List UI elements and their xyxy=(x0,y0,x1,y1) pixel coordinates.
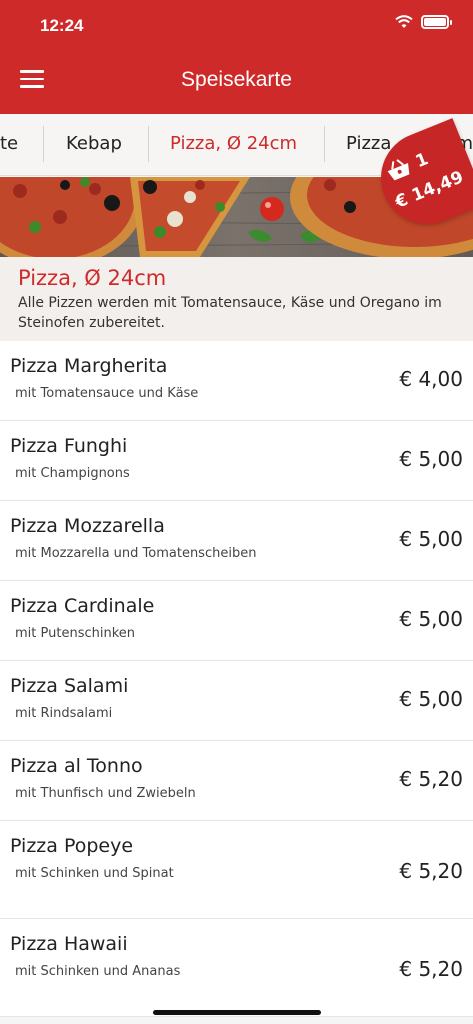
tab-divider xyxy=(148,126,149,162)
menu-item[interactable]: Pizza Mozzarella mit Mozzarella und Toma… xyxy=(0,501,473,581)
item-description: mit Champignons xyxy=(15,466,130,481)
menu-item[interactable]: Pizza al Tonno mit Thunfisch und Zwiebel… xyxy=(0,741,473,821)
menu-item[interactable]: Pizza Salami mit Rindsalami € 5,00 xyxy=(0,661,473,741)
item-price: € 5,20 xyxy=(399,957,463,981)
item-price: € 5,00 xyxy=(399,527,463,551)
app-header: 12:24 Speisekarte xyxy=(0,0,473,114)
item-description: mit Schinken und Spinat xyxy=(15,866,174,881)
menu-item[interactable]: Pizza Margherita mit Tomatensauce und Kä… xyxy=(0,341,473,421)
cart-count: 1 xyxy=(412,149,432,173)
basket-icon xyxy=(382,154,416,188)
item-price: € 5,00 xyxy=(399,447,463,471)
status-icons xyxy=(395,15,452,29)
tab-divider xyxy=(43,126,44,162)
item-description: mit Thunfisch und Zwiebeln xyxy=(15,786,196,801)
item-description: mit Mozzarella und Tomatenscheiben xyxy=(15,546,257,561)
item-price: € 5,20 xyxy=(399,859,463,883)
item-name: Pizza Popeye xyxy=(10,835,134,857)
item-name: Pizza Funghi xyxy=(10,435,128,457)
tab-divider xyxy=(324,126,325,162)
item-price: € 5,20 xyxy=(399,767,463,791)
page-title: Speisekarte xyxy=(181,68,292,91)
tab-kebap[interactable]: Kebap xyxy=(66,114,122,175)
item-price: € 5,00 xyxy=(399,607,463,631)
status-time: 12:24 xyxy=(40,16,84,35)
tab-pizza-24cm[interactable]: Pizza, Ø 24cm xyxy=(170,114,297,175)
category-description: Alle Pizzen werden mit Tomatensauce, Käs… xyxy=(18,295,442,331)
home-indicator[interactable] xyxy=(153,1010,321,1015)
menu-item[interactable]: Pizza Funghi mit Champignons € 5,00 xyxy=(0,421,473,501)
menu-item[interactable]: Pizza Hawaii mit Schinken und Ananas € 5… xyxy=(0,919,473,1017)
item-name: Pizza Hawaii xyxy=(10,933,128,955)
item-description: mit Putenschinken xyxy=(15,626,136,641)
item-name: Pizza Salami xyxy=(10,675,129,697)
menu-item-list: Pizza Margherita mit Tomatensauce und Kä… xyxy=(0,341,473,1017)
battery-icon xyxy=(421,15,452,29)
menu-item[interactable]: Pizza Cardinale mit Putenschinken € 5,00 xyxy=(0,581,473,661)
item-name: Pizza Margherita xyxy=(10,355,168,377)
category-header: Pizza, Ø 24cm Alle Pizzen werden mit Tom… xyxy=(0,257,473,341)
item-description: mit Rindsalami xyxy=(15,706,113,721)
category-title: Pizza, Ø 24cm xyxy=(18,266,167,290)
item-price: € 5,00 xyxy=(399,687,463,711)
item-price: € 4,00 xyxy=(399,367,463,391)
menu-item[interactable]: Pizza Popeye mit Schinken und Spinat € 5… xyxy=(0,821,473,919)
item-description: mit Tomatensauce und Käse xyxy=(15,386,199,401)
tab-previous-category[interactable]: te xyxy=(0,114,18,175)
item-name: Pizza Mozzarella xyxy=(10,515,165,537)
wifi-icon xyxy=(395,15,413,29)
item-name: Pizza al Tonno xyxy=(10,755,143,777)
item-description: mit Schinken und Ananas xyxy=(15,964,181,979)
item-name: Pizza Cardinale xyxy=(10,595,155,617)
